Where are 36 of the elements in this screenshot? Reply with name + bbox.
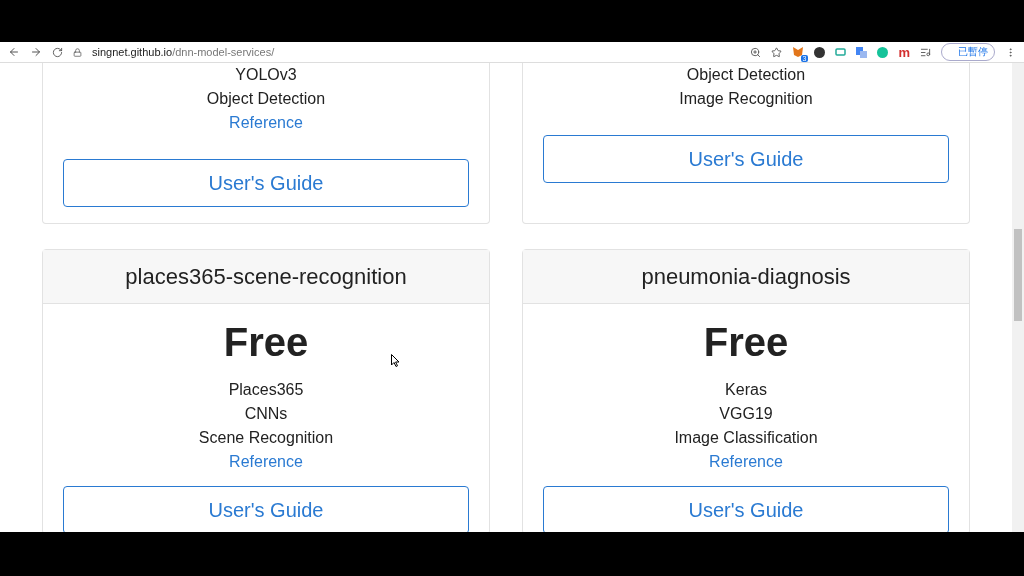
users-guide-button[interactable]: User's Guide — [63, 486, 469, 532]
card-text: Places365 — [228, 380, 304, 400]
card-text: Scene Recognition — [198, 428, 334, 448]
card-text: Keras — [725, 380, 767, 400]
card-text: CNNs — [244, 404, 288, 424]
round-extension-icon[interactable] — [814, 46, 826, 58]
users-guide-button[interactable]: User's Guide — [543, 486, 949, 532]
reload-icon[interactable] — [52, 46, 63, 58]
playlist-icon[interactable] — [920, 46, 931, 58]
circle-extension-icon[interactable] — [877, 46, 889, 58]
card-text: VGG19 — [719, 404, 773, 424]
forward-icon[interactable] — [30, 46, 42, 58]
reference-link[interactable]: Reference — [709, 450, 783, 474]
card-text: Image Classification — [674, 428, 818, 448]
card-title: pneumonia-diagnosis — [523, 250, 969, 304]
extension-icon[interactable]: m — [898, 44, 910, 60]
card-title: places365-scene-recognition — [43, 250, 489, 304]
lock-icon — [73, 47, 82, 57]
book-extension-icon[interactable] — [835, 46, 847, 58]
price-text: Free — [223, 319, 309, 366]
back-icon[interactable] — [8, 46, 20, 58]
card-text: YOLOv3 — [235, 65, 297, 85]
translate-extension-icon[interactable] — [856, 46, 868, 58]
users-guide-button[interactable]: User's Guide — [543, 135, 949, 183]
card-text: Object Detection — [686, 65, 806, 85]
cursor-icon — [391, 354, 400, 367]
users-guide-button[interactable]: User's Guide — [63, 159, 469, 207]
price-text: Free — [703, 319, 789, 366]
zoom-icon[interactable] — [750, 46, 762, 58]
card-text: Image Recognition — [679, 89, 813, 109]
reference-link[interactable]: Reference — [229, 111, 303, 135]
scrollbar[interactable] — [1012, 63, 1024, 532]
address-bar[interactable]: singnet.github.io/dnn-model-services/ — [92, 46, 741, 58]
card-text: Object Detection — [206, 89, 326, 109]
star-icon[interactable] — [771, 46, 783, 58]
reference-link[interactable]: Reference — [229, 450, 303, 474]
